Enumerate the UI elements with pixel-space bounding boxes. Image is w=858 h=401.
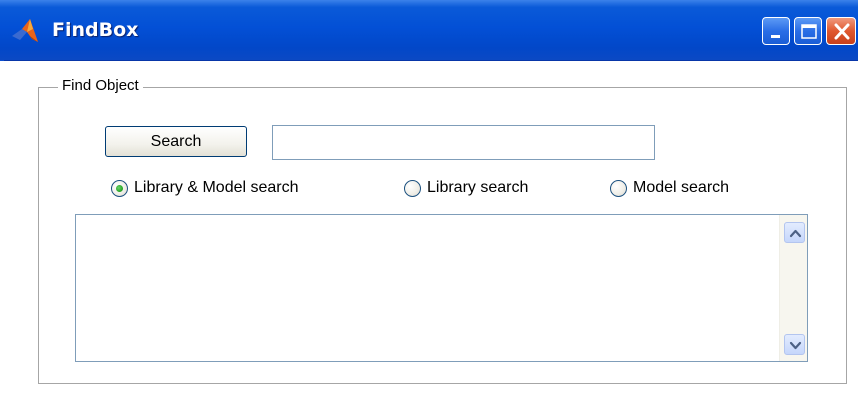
group-legend: Find Object (58, 76, 143, 96)
minimize-button[interactable] (762, 17, 790, 45)
maximize-button[interactable] (794, 17, 822, 45)
radio-label: Library & Model search (134, 179, 299, 196)
search-input[interactable] (272, 125, 655, 160)
radio-library-search[interactable]: Library search (404, 177, 528, 199)
scroll-down-button[interactable] (784, 334, 805, 355)
radio-selected-icon (111, 179, 128, 197)
search-button[interactable]: Search (105, 126, 247, 157)
radio-unselected-icon (610, 179, 627, 197)
window-title: FindBox (52, 19, 139, 41)
radio-label: Model search (633, 179, 730, 196)
radio-library-model-search[interactable]: Library & Model search (111, 177, 299, 199)
chevron-up-icon (789, 229, 802, 238)
close-icon (834, 23, 850, 40)
chevron-down-icon (789, 341, 802, 350)
vertical-scrollbar[interactable] (779, 215, 807, 361)
maximize-icon (801, 24, 817, 39)
scroll-up-button[interactable] (784, 222, 805, 243)
radio-label: Library search (427, 179, 529, 196)
findbox-window: FindBox Find Object Search Library & Mod… (0, 0, 858, 401)
radio-unselected-icon (404, 179, 421, 197)
matlab-logo-icon (12, 19, 38, 42)
minimize-icon (771, 35, 780, 38)
title-bar[interactable]: FindBox (0, 0, 858, 61)
radio-model-search[interactable]: Model search (610, 177, 729, 199)
close-button[interactable] (826, 17, 856, 45)
results-listbox[interactable] (75, 214, 808, 362)
